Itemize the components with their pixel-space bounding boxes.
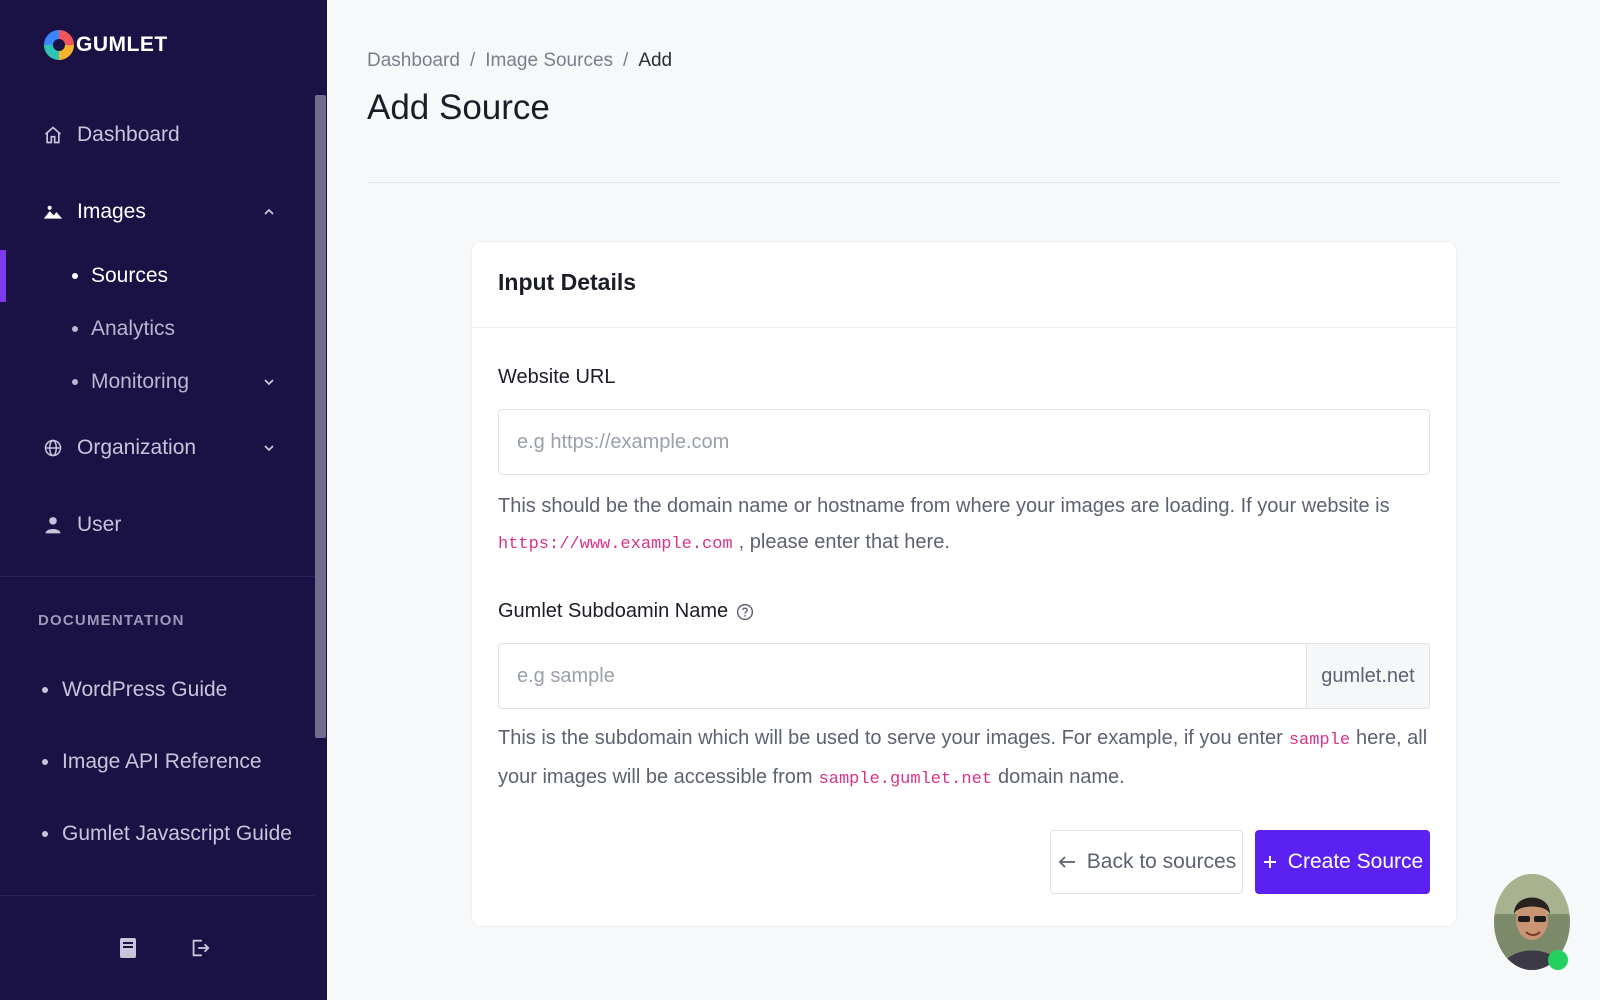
subdomain-suffix: gumlet.net (1307, 643, 1430, 709)
subdomain-input[interactable] (498, 643, 1307, 709)
bullet-icon (72, 273, 78, 279)
online-status-icon (1548, 950, 1568, 970)
sidebar-item-label: Images (77, 200, 146, 223)
code-example: sample.gumlet.net (818, 770, 992, 789)
arrow-left-icon (1058, 856, 1075, 868)
breadcrumb-separator: / (623, 50, 629, 71)
help-text: domain name. (998, 766, 1125, 788)
sidebar-item-monitoring[interactable]: Monitoring (0, 360, 315, 404)
bullet-icon (42, 759, 48, 765)
code-example: https://www.example.com (498, 535, 733, 554)
help-circle-icon[interactable] (736, 603, 754, 621)
card-title: Input Details (498, 269, 637, 295)
documentation-heading: DOCUMENTATION (38, 612, 185, 629)
help-text: This is the subdomain which will be used… (498, 727, 1283, 749)
sidebar-item-label: Organization (77, 436, 197, 459)
sidebar: GUMLET Dashboard Images Sources Analytic… (0, 0, 327, 1000)
website-url-label-text: Website URL (498, 366, 616, 388)
breadcrumb-dashboard[interactable]: Dashboard (367, 50, 460, 72)
website-url-input[interactable] (498, 409, 1430, 475)
doc-link-label: WordPress Guide (62, 678, 228, 701)
logout-icon[interactable] (188, 936, 212, 960)
back-button-label: Back to sources (1086, 850, 1237, 873)
brand-name: GUMLET (76, 33, 168, 56)
code-example: sample (1288, 731, 1351, 750)
subdomain-label: Gumlet Subdoamin Name (498, 600, 754, 623)
sidebar-divider (0, 576, 315, 577)
home-icon (42, 124, 64, 146)
plus-icon (1263, 856, 1276, 868)
sidebar-item-label: Dashboard (77, 123, 180, 146)
bullet-icon (72, 379, 78, 385)
card-header: Input Details (472, 242, 1456, 328)
doc-link-image-api-reference[interactable]: Image API Reference (0, 742, 315, 782)
header-divider (367, 182, 1561, 183)
website-url-help: This should be the domain name or hostna… (498, 488, 1438, 563)
sidebar-item-images[interactable]: Images (0, 187, 315, 237)
book-icon[interactable] (116, 936, 140, 960)
sidebar-item-label: Sources (91, 264, 169, 287)
doc-link-label: Gumlet Javascript Guide (62, 822, 292, 845)
brand-logo[interactable]: GUMLET (44, 30, 168, 60)
bullet-icon (42, 687, 48, 693)
create-source-button[interactable]: Create Source (1255, 830, 1430, 894)
sidebar-item-sources[interactable]: Sources (0, 254, 315, 298)
breadcrumb-current: Add (638, 50, 673, 71)
sidebar-item-label: Analytics (91, 317, 176, 340)
image-icon (42, 201, 64, 223)
globe-icon (42, 437, 64, 459)
gumlet-logo-icon (44, 30, 74, 60)
help-text: This should be the domain name or hostna… (498, 495, 1390, 517)
sidebar-scrollbar[interactable] (315, 95, 326, 738)
page-title: Add Source (367, 88, 550, 127)
website-url-label: Website URL (498, 366, 615, 389)
sidebar-item-dashboard[interactable]: Dashboard (0, 110, 315, 160)
doc-link-wordpress-guide[interactable]: WordPress Guide (0, 670, 315, 710)
sidebar-item-label: User (77, 513, 122, 536)
help-text: , please enter that here. (738, 531, 950, 553)
create-button-label: Create Source (1287, 850, 1424, 873)
sidebar-divider (0, 895, 315, 896)
breadcrumb-separator: / (469, 50, 476, 71)
chevron-down-icon (264, 445, 274, 452)
subdomain-label-text: Gumlet Subdoamin Name (498, 600, 729, 622)
input-details-card: Input Details Website URL This should be… (471, 241, 1457, 927)
chevron-down-icon (264, 379, 274, 386)
subdomain-help: This is the subdomain which will be used… (498, 720, 1438, 798)
breadcrumb: Dashboard / Image Sources / Add (367, 50, 672, 72)
user-icon (42, 514, 64, 536)
sidebar-item-organization[interactable]: Organization (0, 423, 315, 473)
bullet-icon (72, 326, 78, 332)
doc-link-label: Image API Reference (62, 750, 262, 773)
bullet-icon (42, 831, 48, 837)
doc-link-javascript-guide[interactable]: Gumlet Javascript Guide (0, 814, 315, 854)
back-to-sources-button[interactable]: Back to sources (1050, 830, 1243, 894)
sidebar-item-label: Monitoring (91, 370, 190, 393)
breadcrumb-image-sources[interactable]: Image Sources (485, 50, 613, 72)
sidebar-item-user[interactable]: User (0, 500, 315, 550)
chevron-up-icon (264, 208, 274, 215)
sidebar-item-analytics[interactable]: Analytics (0, 307, 315, 351)
